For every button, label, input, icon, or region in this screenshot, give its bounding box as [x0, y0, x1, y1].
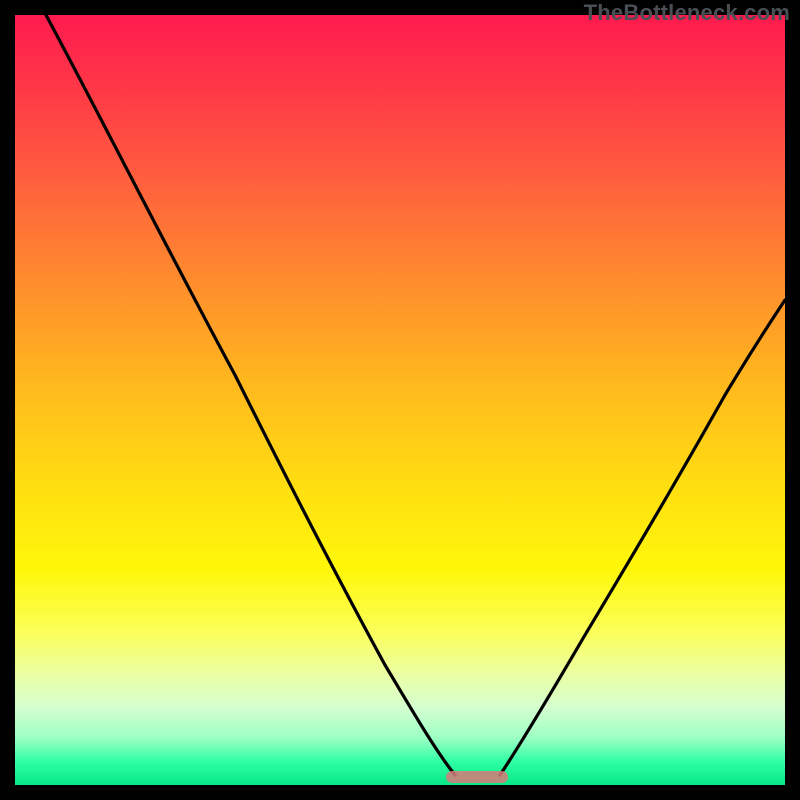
valley-marker — [446, 771, 508, 783]
chart-stage: TheBottleneck.com — [0, 0, 800, 800]
plot-area — [15, 15, 785, 785]
watermark-text: TheBottleneck.com — [584, 0, 790, 26]
curve-right-branch — [500, 300, 785, 775]
bottleneck-curve — [15, 15, 785, 785]
curve-left-branch — [46, 15, 455, 775]
